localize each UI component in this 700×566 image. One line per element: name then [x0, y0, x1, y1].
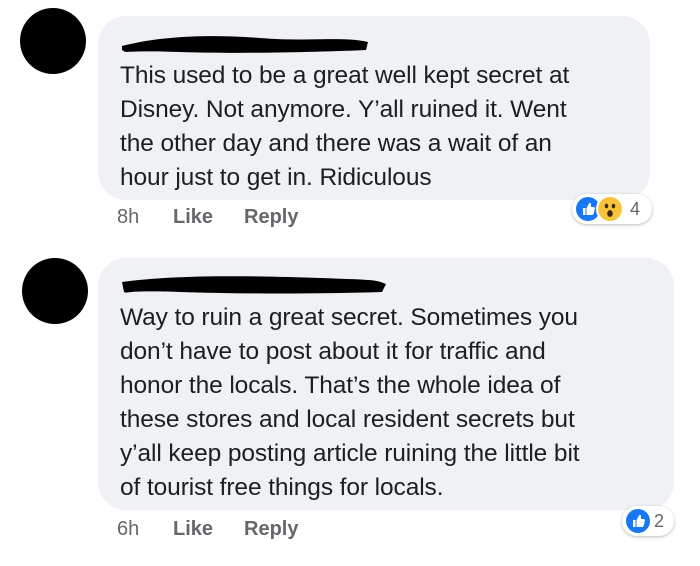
like-icon: [626, 509, 650, 533]
reaction-count: 2: [654, 511, 665, 531]
comment: This used to be a great well kept secret…: [0, 0, 700, 240]
reply-button[interactable]: Reply: [244, 517, 298, 541]
comment: Way to ruin a great secret. Sometimes yo…: [0, 250, 700, 566]
comment-text: This used to be a great well kept secret…: [120, 62, 570, 191]
reply-button[interactable]: Reply: [244, 205, 298, 229]
avatar[interactable]: [20, 8, 86, 74]
comment-timestamp: 8h: [117, 206, 140, 228]
comment-text: Way to ruin a great secret. Sometimes yo…: [120, 304, 580, 501]
redacted-author-name: [120, 32, 370, 54]
reaction-summary[interactable]: 4: [572, 194, 652, 224]
comment-bubble: This used to be a great well kept secret…: [98, 16, 650, 200]
comment-timestamp: 6h: [117, 518, 140, 540]
wow-icon: [596, 195, 624, 223]
avatar[interactable]: [22, 258, 88, 324]
comment-bubble: Way to ruin a great secret. Sometimes yo…: [98, 258, 674, 510]
reaction-summary[interactable]: 2: [622, 506, 674, 536]
like-button[interactable]: Like: [173, 205, 213, 229]
reaction-count: 4: [630, 199, 641, 219]
redacted-author-name: [120, 272, 388, 294]
like-button[interactable]: Like: [173, 517, 213, 541]
